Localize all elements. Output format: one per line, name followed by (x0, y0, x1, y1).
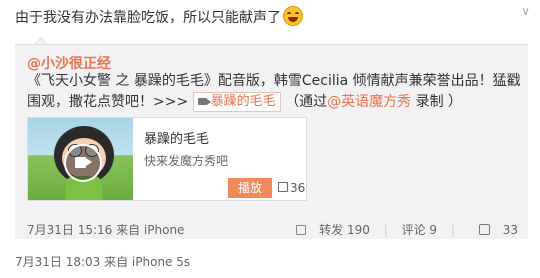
chevron-down-icon[interactable]: ∨ (521, 4, 530, 18)
weibo-post: 由于我没有办法靠脸吃饭，所以只能献声了 ∨ @小沙很正经 《飞天小女警 之 暴躁… (0, 0, 540, 278)
repost-comment-button[interactable]: 评论 9 (402, 223, 437, 237)
repost-actions: 转发 190 | 评论 9 | 33 (276, 221, 518, 238)
video-play-icon[interactable] (64, 144, 102, 182)
play-button[interactable]: 播放 (228, 178, 272, 198)
video-thumbnail[interactable] (28, 118, 133, 200)
video-card-subtitle: 快来发魔方秀吧 (144, 154, 229, 168)
video-camera-icon (197, 98, 211, 105)
via-user-link[interactable]: @英语魔方秀 (327, 94, 411, 110)
laughing-emoji-icon (283, 6, 303, 26)
repost-author-link[interactable]: @小沙很正经 (27, 53, 111, 73)
video-like-count[interactable]: 36 (278, 178, 306, 198)
share-icon (296, 225, 307, 235)
video-tag-link[interactable]: 暴躁的毛毛 (192, 92, 281, 112)
repost-forward-button[interactable]: 转发 190 (286, 223, 370, 237)
repost-box: @小沙很正经 《飞天小女警 之 暴躁的毛毛》配音版，韩雪Cecilia 倾情献声… (15, 44, 528, 239)
video-card[interactable]: 暴躁的毛毛 快来发魔方秀吧 播放 36 (27, 117, 307, 201)
repost-text: 《飞天小女警 之 暴躁的毛毛》配音版，韩雪Cecilia 倾情献声兼荣誉出品！猛… (27, 73, 521, 112)
repost-like-button[interactable]: 33 (469, 223, 518, 237)
repost-timestamp[interactable]: 7月31日 15:16 来自 iPhone (27, 221, 184, 238)
thumbs-up-icon (278, 182, 288, 192)
like-icon (478, 224, 490, 235)
post-text-content: 由于我没有办法靠脸吃饭，所以只能献声了 (15, 10, 281, 26)
post-text: 由于我没有办法靠脸吃饭，所以只能献声了 (15, 6, 303, 27)
video-card-title[interactable]: 暴躁的毛毛 (144, 128, 209, 147)
post-timestamp[interactable]: 7月31日 18:03 来自 iPhone 5s (15, 253, 190, 270)
